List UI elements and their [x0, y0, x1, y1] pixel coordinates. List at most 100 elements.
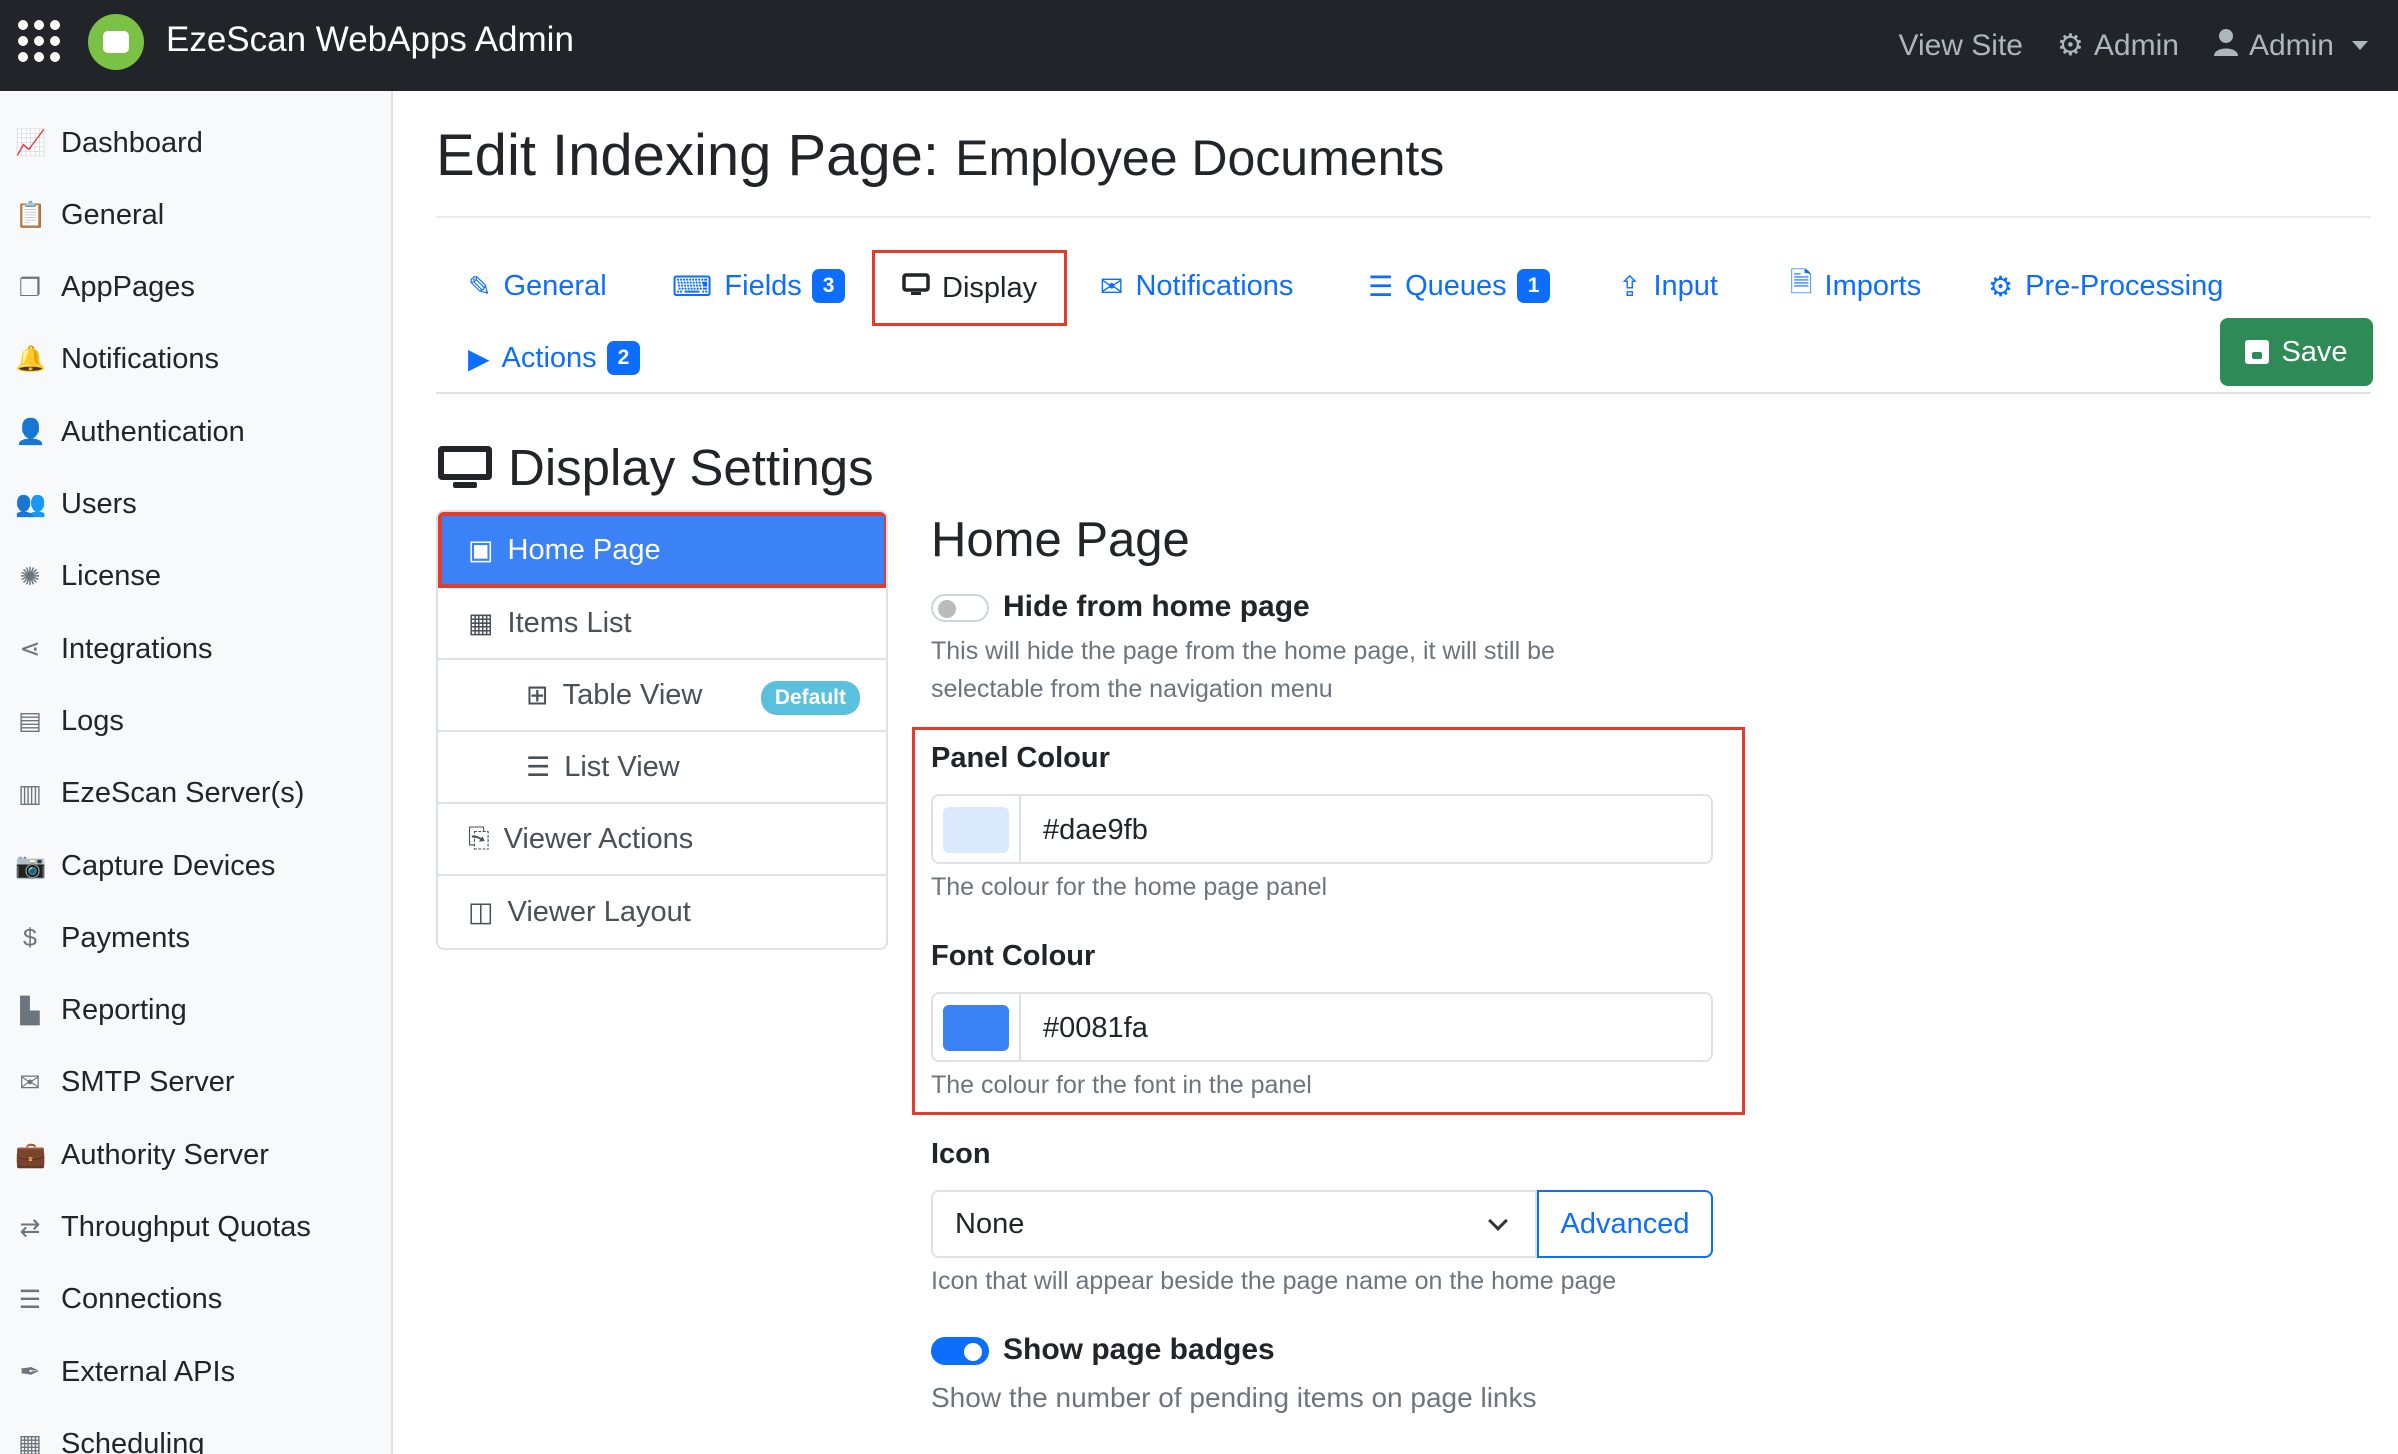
sidebar-item-ezescan-server-s[interactable]: ▥ EzeScan Server(s) [0, 764, 392, 824]
view-site-link[interactable]: View Site [1898, 29, 2023, 63]
tab-preprocessing[interactable]: ⚙ Pre-Processing [1988, 256, 2223, 316]
tab-queues[interactable]: ☰ Queues 1 [1368, 256, 1551, 316]
sidebar-item-dashboard[interactable]: 📈 Dashboard [0, 113, 392, 173]
settings-nav-list-view-label: List View [564, 750, 680, 783]
mail-server-icon: ✉ [19, 1068, 41, 1097]
app-title[interactable]: EzeScan WebApps Admin [166, 20, 574, 60]
tab-notifications-label: Notifications [1135, 269, 1294, 302]
user-lock-icon: 👤 [15, 417, 47, 446]
fields-count-badge: 3 [811, 269, 846, 303]
font-colour-value: #0081fa [1043, 1012, 1148, 1044]
tab-general[interactable]: ✎ General [468, 256, 607, 316]
sidebar-item-authentication[interactable]: 👤 Authentication [0, 402, 392, 462]
sidebar-item-apppages[interactable]: ❐ AppPages [0, 258, 392, 318]
tab-input-label: Input [1653, 269, 1718, 302]
sidebar-item-integrations[interactable]: ⋖ Integrations [0, 619, 392, 679]
home-page-heading: Home Page [931, 513, 1190, 567]
settings-nav-home-page[interactable]: ▣ Home Page [438, 512, 886, 588]
icon-label: Icon [931, 1138, 991, 1170]
tab-display[interactable]: Display [872, 250, 1068, 326]
sidebar-item-label: Connections [61, 1283, 223, 1316]
table-list-icon: ▦ [468, 607, 494, 638]
admin-settings-label: Admin [2093, 28, 2179, 62]
settings-nav-table-view-label: Table View [562, 678, 703, 711]
sidebar-item-label: Authentication [61, 415, 245, 448]
tab-actions[interactable]: ▶ Actions 2 [468, 328, 641, 388]
chart-bar-icon: ▙ [20, 996, 40, 1025]
settings-nav-items-list[interactable]: ▦ Items List [438, 588, 886, 660]
icon-help: Icon that will appear beside the page na… [931, 1267, 1617, 1295]
tab-fields[interactable]: ⌨ Fields 3 [672, 256, 846, 316]
tab-notifications[interactable]: ✉ Notifications [1100, 256, 1293, 316]
viewer-actions-icon: ⎘ [468, 823, 490, 853]
font-colour-label: Font Colour [931, 940, 1096, 972]
calendar-icon: ▦ [18, 1430, 42, 1454]
icon-select[interactable]: None [931, 1190, 1537, 1258]
tab-imports[interactable]: 🗎 Imports [1790, 256, 1921, 316]
sidebar-item-label: Scheduling [61, 1427, 205, 1454]
panel-colour-swatch[interactable] [943, 807, 1009, 853]
tabs-divider [436, 392, 2371, 394]
sidebar-item-external-apis[interactable]: ✒ External APIs [0, 1342, 392, 1402]
tab-imports-label: Imports [1824, 269, 1922, 302]
sidebar-item-label: Authority Server [61, 1138, 269, 1171]
sidebar-item-label: Payments [61, 921, 190, 954]
hide-from-home-toggle[interactable] [931, 594, 989, 622]
sidebar-item-label: Logs [61, 704, 124, 737]
brand-logo[interactable] [88, 14, 144, 70]
chevron-down-icon [1488, 1211, 1508, 1231]
sidebar-item-label: AppPages [61, 271, 195, 304]
apps-grid-icon[interactable] [18, 20, 60, 62]
font-colour-swatch[interactable] [943, 1005, 1009, 1051]
sidebar-item-label: Reporting [61, 994, 187, 1027]
sidebar-item-logs[interactable]: ▤ Logs [0, 691, 392, 751]
sidebar-item-scheduling[interactable]: ▦ Scheduling [0, 1414, 392, 1454]
arrows-exchange-icon: ⇄ [19, 1213, 41, 1242]
pen-square-icon: ✎ [468, 270, 492, 302]
advanced-button[interactable]: Advanced [1537, 1190, 1713, 1258]
save-button[interactable]: Save [2220, 318, 2373, 386]
server-icon: ▥ [18, 779, 42, 808]
tab-input[interactable]: ⇪ Input [1618, 256, 1718, 316]
panel-colour-label: Panel Colour [931, 742, 1110, 774]
page-title-name: Employee Documents [955, 130, 1445, 186]
sidebar-item-reporting[interactable]: ▙ Reporting [0, 981, 392, 1041]
sidebar-item-users[interactable]: 👥 Users [0, 475, 392, 535]
sidebar-item-label: Integrations [61, 632, 213, 665]
list-ul-icon: ☰ [526, 751, 551, 782]
file-import-icon: 🗎 [1790, 267, 1813, 298]
sidebar-item-throughput-quotas[interactable]: ⇄ Throughput Quotas [0, 1198, 392, 1258]
default-badge: Default [760, 681, 860, 715]
admin-settings-link[interactable]: ⚙ Admin [2057, 28, 2179, 63]
queues-count-badge: 1 [1516, 269, 1551, 303]
font-colour-help: The colour for the font in the panel [931, 1071, 1312, 1099]
hide-from-home-label: Hide from home page [1003, 590, 1310, 623]
sidebar-item-notifications[interactable]: 🔔 Notifications [0, 330, 392, 390]
sidebar-item-capture-devices[interactable]: 📷 Capture Devices [0, 836, 392, 896]
show-page-badges-label: Show page badges [1003, 1333, 1275, 1366]
layout-icon: ◫ [468, 896, 494, 927]
show-page-badges-toggle[interactable] [931, 1337, 989, 1365]
sidebar-item-authority-server[interactable]: 💼 Authority Server [0, 1125, 392, 1185]
pages-icon: ❐ [18, 273, 42, 302]
user-menu-dropdown[interactable]: Admin [2213, 28, 2368, 64]
keyboard-icon: ⌨ [672, 270, 713, 302]
settings-nav-viewer-layout[interactable]: ◫ Viewer Layout [438, 876, 886, 948]
sidebar-item-label: License [61, 560, 161, 593]
sidebar-item-label: General [61, 198, 165, 231]
settings-nav-viewer-actions[interactable]: ⎘ Viewer Actions [438, 804, 886, 876]
settings-nav-items-list-label: Items List [507, 606, 632, 639]
sidebar-item-general[interactable]: 📋 General [0, 185, 392, 245]
sidebar-item-license[interactable]: ✺ License [0, 547, 392, 607]
font-colour-input[interactable]: #0081fa [931, 992, 1713, 1062]
sidebar-item-label: Throughput Quotas [61, 1211, 311, 1243]
sidebar-item-payments[interactable]: $ Payments [0, 908, 392, 968]
database-icon: ☰ [18, 1285, 42, 1314]
sidebar-item-connections[interactable]: ☰ Connections [0, 1270, 392, 1330]
settings-nav-table-view[interactable]: ⊞ Table View Default [438, 660, 886, 732]
table-cells-icon: ⊞ [526, 679, 549, 710]
settings-nav-list-view[interactable]: ☰ List View [438, 732, 886, 804]
panel-colour-input[interactable]: #dae9fb [931, 794, 1713, 864]
sidebar-item-smtp-server[interactable]: ✉ SMTP Server [0, 1053, 392, 1113]
share-nodes-icon: ⋖ [19, 635, 41, 664]
